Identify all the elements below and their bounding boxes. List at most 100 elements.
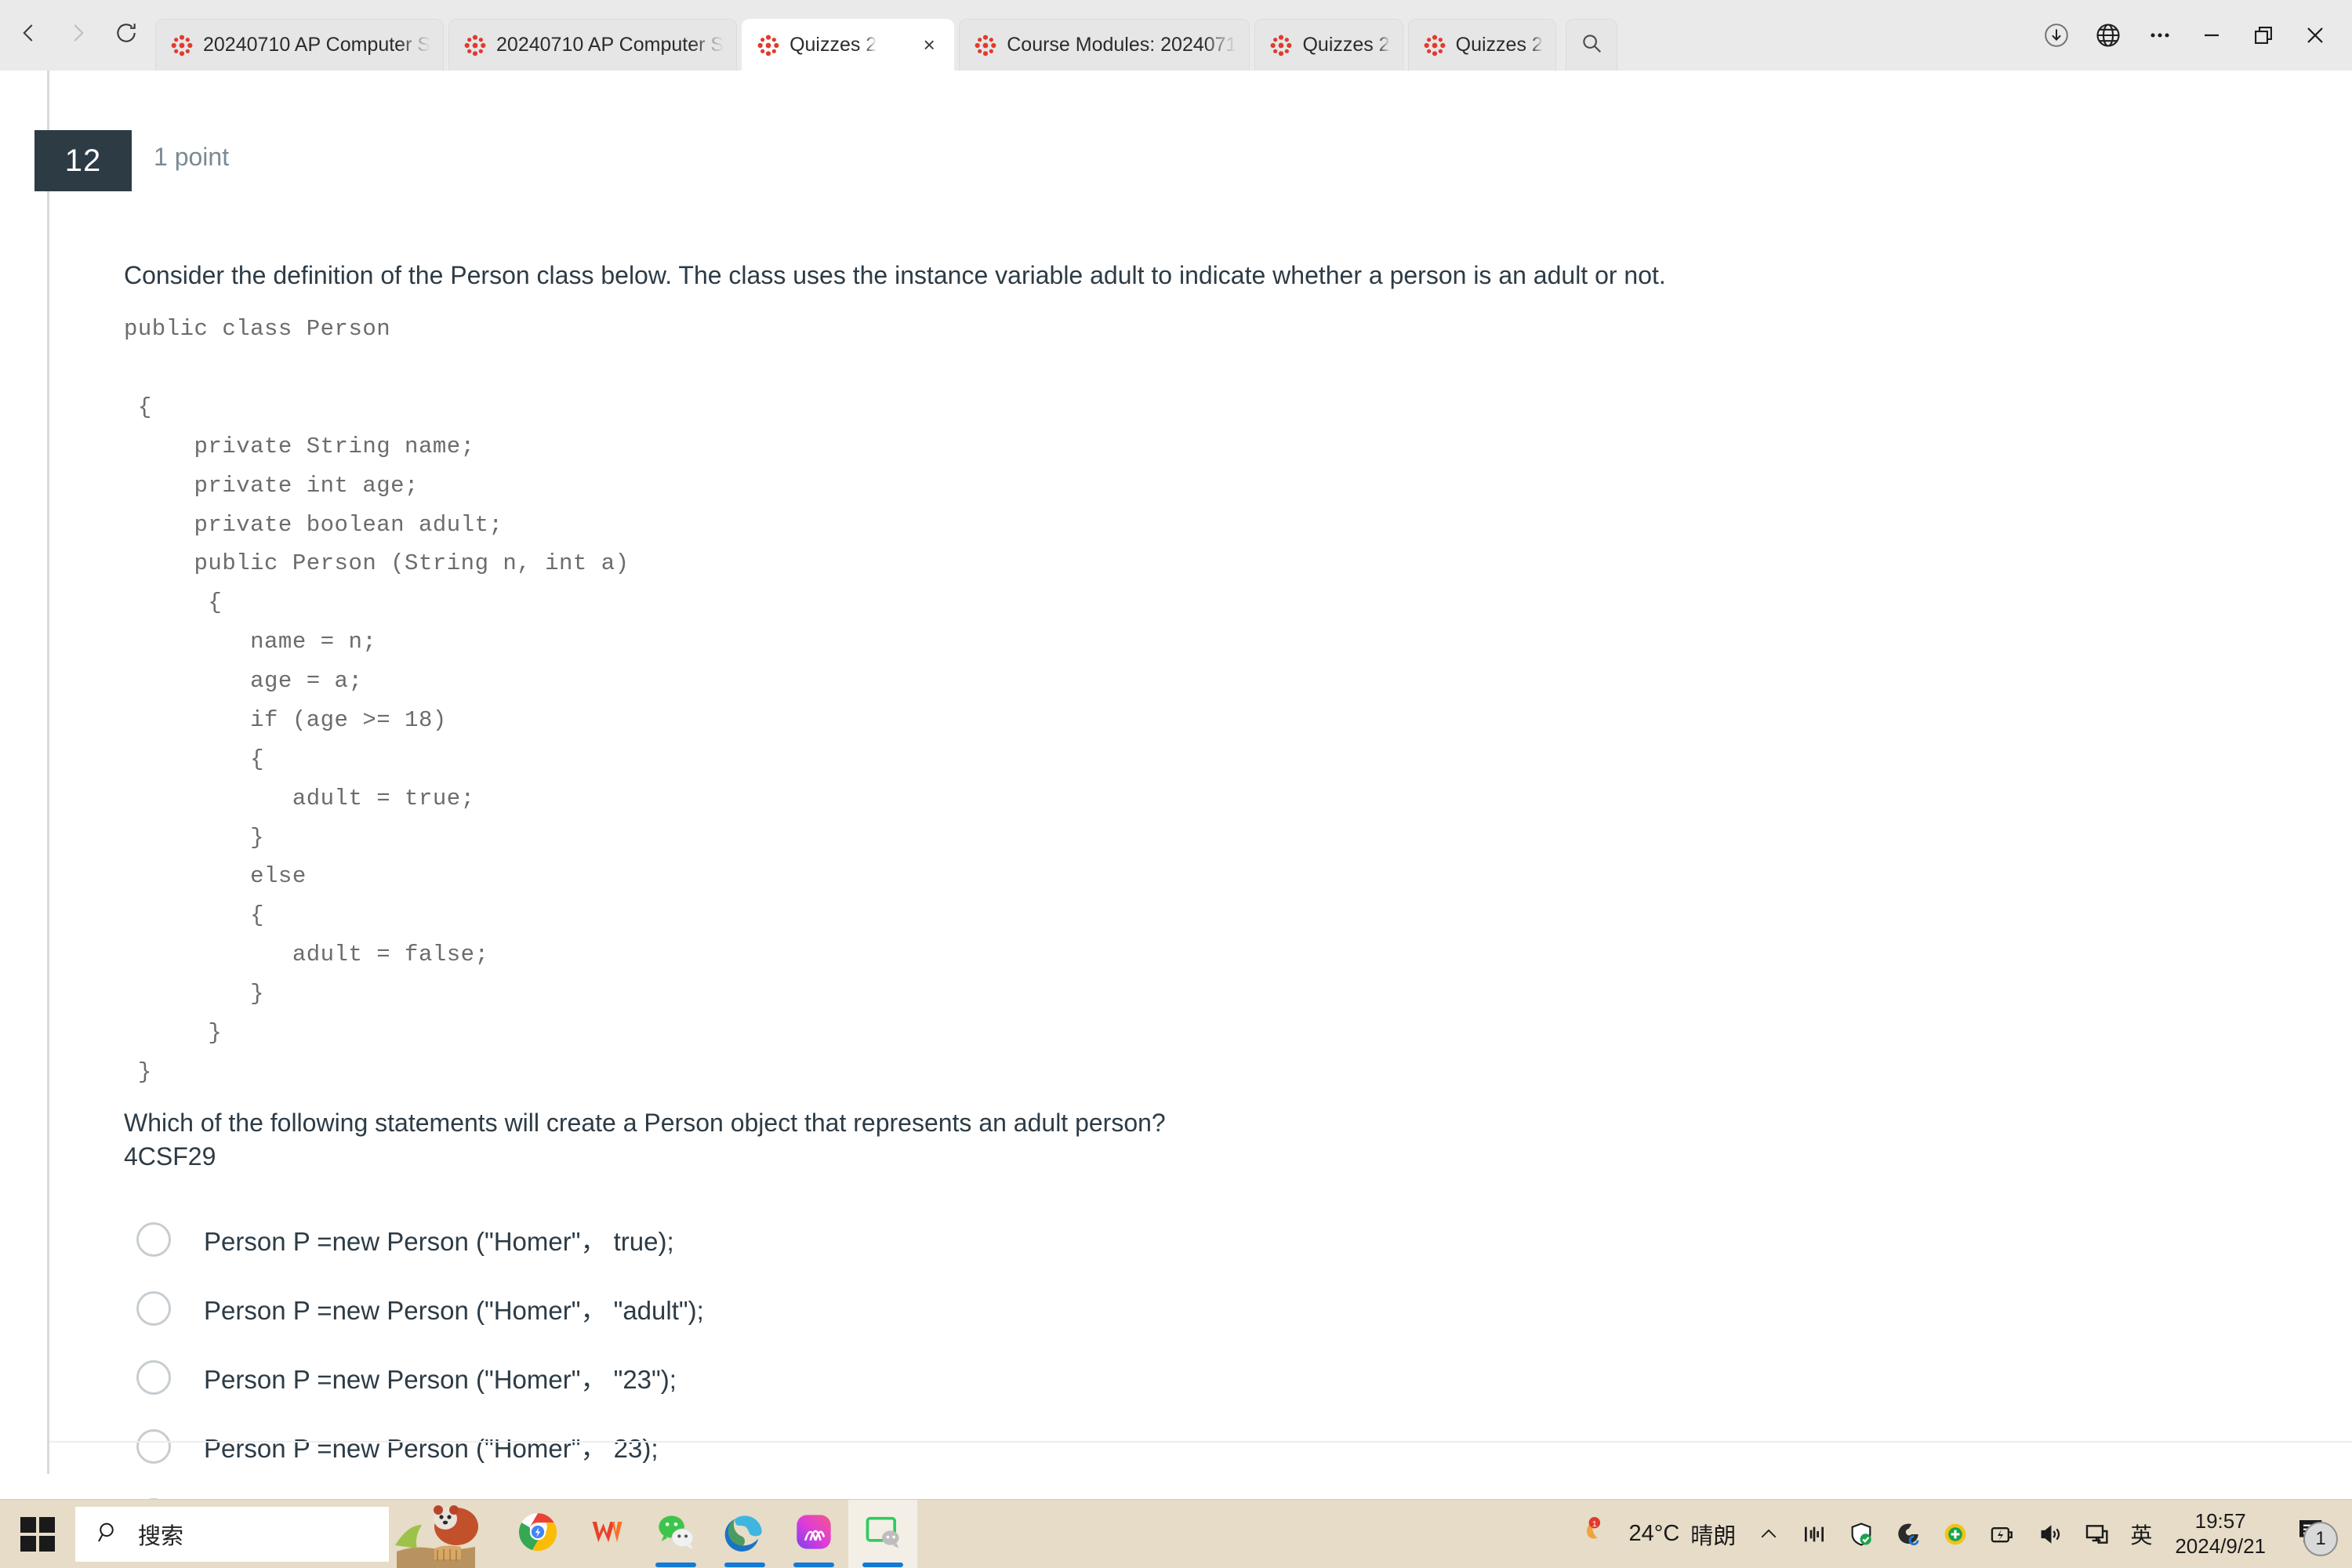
chrome-icon [517,1512,558,1556]
browser-tab-1[interactable]: 20240710 AP Computer S [155,19,445,71]
browser-tab-4[interactable]: Course Modules: 2024071 [959,19,1250,71]
windows-taskbar: 搜索 1 24°C 晴朗 英 19:57 2024/9/21 1 [0,1499,2352,1568]
taskbar-app-wps-office[interactable] [572,1500,641,1568]
answer-option-label: Person P =new Person ("Homer"， "adult"); [204,1296,704,1326]
taskbar-app-wechat[interactable] [641,1500,710,1568]
clock-time: 19:57 [2194,1508,2246,1533]
tab-title: Quizzes 2 [789,34,877,56]
taskbar-app-chrome[interactable] [503,1500,572,1568]
taskbar-app-wechat-desktop[interactable] [848,1499,917,1568]
ellipsis-icon[interactable] [2134,7,2186,64]
radio-button[interactable] [136,1291,171,1327]
reload-icon[interactable] [105,12,147,54]
content-left-rule [47,71,49,1474]
browser-tab-3-active[interactable]: Quizzes 2 × [742,19,955,71]
answer-option-label: Person P =new Person ("Homer"， "23"); [204,1365,677,1395]
browser-tab-6[interactable]: Quizzes 2 [1407,19,1556,71]
navigation-buttons [8,0,147,71]
restore-icon[interactable] [2238,7,2289,64]
answer-option-label: Person P =new Person ("Homer"， 23); [204,1434,659,1464]
back-arrow-icon[interactable] [8,12,50,54]
footer-divider [49,1441,2352,1443]
question-points: 1 point [154,143,230,171]
forward-arrow-icon [56,12,99,54]
weather-description: 晴朗 [1690,1523,1737,1549]
search-icon [1580,31,1603,59]
display-icon[interactable] [2073,1500,2120,1568]
security-shield-icon[interactable] [1838,1500,1885,1568]
answer-option-3[interactable]: Person P =new Person ("Homer"， "23"); [124,1343,2241,1412]
volume-icon[interactable] [2026,1500,2073,1568]
question-code-id: 4CSF29 [124,1142,216,1171]
update-icon[interactable] [1932,1500,1979,1568]
edge-icon [724,1512,765,1556]
canvas-icon [974,34,997,57]
answer-option-2[interactable]: Person P =new Person ("Homer"， "adult"); [124,1274,2241,1343]
search-placeholder: 搜索 [138,1523,184,1549]
taskbar-app-microsoft-edge[interactable] [710,1500,779,1568]
canvas-icon [1423,34,1446,57]
page-viewport: 12 1 point Consider the definition of th… [0,71,2352,1568]
java-code-snippet: public class Person { private String nam… [124,316,630,1085]
tab-title: 20240710 AP Computer S [496,34,724,56]
question-body: Consider the definition of the Person cl… [124,259,2241,1550]
battery-icon[interactable] [1979,1500,2026,1568]
notification-button[interactable]: 1 [2278,1500,2344,1568]
search-input[interactable]: 搜索 [75,1506,389,1562]
question-prompt-text: Which of the following statements will c… [124,1108,1166,1137]
taskbar-app-icons [503,1499,917,1568]
browser-window: 20240710 AP Computer S 20240710 AP Compu… [0,0,2352,1568]
tab-title: Quizzes 2 [1455,34,1543,56]
app-running-indicator [793,1562,834,1567]
weather-widget[interactable]: 1 24°C 晴朗 [1577,1515,1748,1552]
wechat-icon [655,1512,696,1556]
tab-title: Quizzes 2 [1302,34,1390,56]
minimize-icon[interactable] [2186,7,2238,64]
search-icon [96,1519,121,1548]
canvas-icon [170,34,194,57]
app-running-indicator [724,1562,765,1567]
windows-logo [20,1516,55,1552]
windows-start-icon[interactable] [0,1500,75,1568]
taskbar-app-creative-app[interactable] [779,1500,848,1568]
app-running-indicator [862,1562,903,1567]
wps-icon [586,1512,627,1556]
notification-count-badge: 1 [2303,1521,2338,1556]
browser-tab-bar: 20240710 AP Computer S 20240710 AP Compu… [0,0,2352,71]
answer-option-4[interactable]: Person P =new Person ("Homer"， 23); [124,1412,2241,1481]
globe-icon[interactable] [2082,7,2134,64]
question-number-badge: 12 [34,130,132,191]
canvas-icon [757,34,780,57]
tab-title: 20240710 AP Computer S [203,34,431,56]
clock-date: 2024/9/21 [2175,1534,2266,1558]
weather-temperature: 24°C [1628,1521,1680,1546]
answer-option-label: Person P =new Person ("Homer"， true); [204,1227,674,1257]
red-panda-wallpaper-peek [389,1500,483,1568]
question-intro-text: Consider the definition of the Person cl… [124,261,1666,289]
sync-icon[interactable] [1885,1500,1932,1568]
browser-tab-2[interactable]: 20240710 AP Computer S [448,19,738,71]
browser-tab-5[interactable]: Quizzes 2 [1254,19,1403,71]
close-icon[interactable]: × [917,33,941,57]
radio-button[interactable] [136,1429,171,1465]
sun-cloud-icon: 1 [1585,1515,1618,1552]
chevron-up-icon[interactable] [1747,1500,1791,1568]
radio-button[interactable] [136,1360,171,1396]
answer-option-1[interactable]: Person P =new Person ("Homer"， true); [124,1205,2241,1274]
tab-strip: 20240710 AP Computer S 20240710 AP Compu… [155,19,1617,71]
taskbar-clock[interactable]: 19:57 2024/9/21 [2162,1500,2278,1568]
window-controls [2031,0,2341,71]
download-circle-icon[interactable] [2031,7,2082,64]
close-icon[interactable] [2289,7,2341,64]
app-running-indicator [655,1562,696,1567]
wechat-window-icon [862,1512,903,1556]
system-tray: 1 24°C 晴朗 英 19:57 2024/9/21 1 [1577,1500,2352,1568]
radio-button[interactable] [136,1222,171,1258]
tab-search-button[interactable] [1565,19,1617,71]
canvas-icon [1269,34,1293,57]
svg-text:1: 1 [1592,1519,1596,1529]
tab-title: Course Modules: 2024071 [1007,34,1237,56]
ime-indicator[interactable]: 英 [2120,1500,2162,1568]
gradient-app-icon [793,1512,834,1556]
network-monitor-icon[interactable] [1791,1500,1838,1568]
